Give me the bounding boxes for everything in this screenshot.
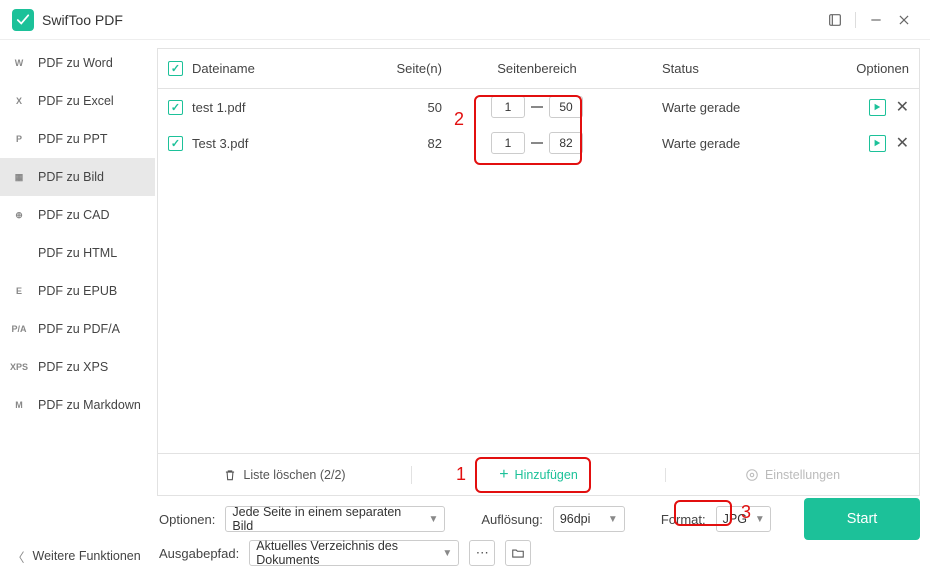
open-folder-button[interactable] [505,540,531,566]
range-dash [531,106,543,108]
sidebar-item-label: PDF zu Word [38,56,113,70]
col-range: Seitenbereich [452,61,622,76]
table-header: ✓ Dateiname Seite(n) Seitenbereich Statu… [158,49,919,89]
range-from-input[interactable] [491,96,525,118]
sidebar-item-label: PDF zu CAD [38,208,110,222]
sidebar-item-label: PDF zu Bild [38,170,104,184]
format-select[interactable]: JPG ▼ [716,506,771,532]
clear-list-label: Liste löschen (2/2) [243,468,345,482]
sidebar-item-label: PDF zu Excel [38,94,114,108]
more-functions-label: Weitere Funktionen [33,549,141,563]
chevron-left-icon: 〈 [12,547,25,566]
run-row-button[interactable] [869,99,886,116]
select-all-checkbox[interactable]: ✓ [168,61,183,76]
row-checkbox[interactable]: ✓ [168,100,183,115]
chevron-down-icon: ▼ [608,514,618,525]
file-name: test 1.pdf [192,100,372,115]
file-panel: ✓ Dateiname Seite(n) Seitenbereich Statu… [157,48,920,496]
settings-button[interactable]: Einstellungen [665,468,919,482]
sidebar-icon: XPS [10,362,28,372]
app-title: SwifToo PDF [42,12,123,28]
format-value: JPG [723,512,747,526]
options-label: Optionen: [159,512,215,527]
resolution-label: Auflösung: [481,512,542,527]
app-logo-icon [12,9,34,31]
sidebar-item-pdf-zu-word[interactable]: W PDF zu Word [0,44,155,82]
settings-label: Einstellungen [765,468,840,482]
plus-icon: + [499,466,508,484]
chevron-down-icon: ▼ [755,514,765,525]
resolution-value: 96dpi [560,512,591,526]
titlebar: SwifToo PDF [0,0,930,40]
remove-row-button[interactable]: ✕ [896,97,909,117]
sidebar-item-pdf-zu-excel[interactable]: X PDF zu Excel [0,82,155,120]
sidebar-item-label: PDF zu Markdown [38,398,141,412]
sidebar-item-pdf-zu-pdf/a[interactable]: P/A PDF zu PDF/A [0,310,155,348]
sidebar-item-label: PDF zu HTML [38,246,117,260]
sidebar-icon: P/A [10,324,28,334]
sidebar-icon: ▦ [10,172,28,183]
add-file-label: Hinzufügen [515,468,578,482]
sidebar-icon: X [10,96,28,106]
tool-icon[interactable] [821,6,849,34]
close-icon[interactable] [890,6,918,34]
sidebar-item-label: PDF zu EPUB [38,284,117,298]
sidebar-item-pdf-zu-bild[interactable]: ▦ PDF zu Bild [0,158,155,196]
output-path-select[interactable]: Aktuelles Verzeichnis des Dokuments ▼ [249,540,459,566]
add-file-button[interactable]: + Hinzufügen [411,466,665,484]
titlebar-separator [855,12,856,28]
more-functions-button[interactable]: 〈 Weitere Funktionen [0,536,155,576]
col-status: Status [622,61,839,76]
sidebar-item-pdf-zu-xps[interactable]: XPS PDF zu XPS [0,348,155,386]
options-value: Jede Seite in einem separaten Bild [232,505,420,533]
minimize-icon[interactable] [862,6,890,34]
sidebar-icon: ⊕ [10,210,28,221]
sidebar-item-pdf-zu-ppt[interactable]: P PDF zu PPT [0,120,155,158]
table-row: ✓ test 1.pdf50 Warte gerade ✕ [158,89,919,125]
sidebar: W PDF zu Word X PDF zu Excel P PDF zu PPT ▦ PDF… [0,40,155,580]
range-to-input[interactable] [549,96,583,118]
clear-list-button[interactable]: Liste löschen (2/2) [158,468,411,482]
range-from-input[interactable] [491,132,525,154]
sidebar-item-pdf-zu-html[interactable]: PDF zu HTML [0,234,155,272]
sidebar-item-pdf-zu-epub[interactable]: E PDF zu EPUB [0,272,155,310]
status-text: Warte gerade [622,100,839,115]
row-checkbox[interactable]: ✓ [168,136,183,151]
status-text: Warte gerade [622,136,839,151]
sidebar-item-label: PDF zu PDF/A [38,322,120,336]
range-dash [531,142,543,144]
start-button[interactable]: Start [804,498,920,540]
page-count: 50 [372,100,452,115]
sidebar-icon: P [10,134,28,144]
sidebar-item-pdf-zu-markdown[interactable]: M PDF zu Markdown [0,386,155,424]
sidebar-icon: M [10,400,28,410]
format-label: Format: [661,512,706,527]
panel-footer: Liste löschen (2/2) + Hinzufügen Einstel… [158,453,919,495]
chevron-down-icon: ▼ [442,548,452,559]
chevron-down-icon: ▼ [428,514,438,525]
sidebar-item-pdf-zu-cad[interactable]: ⊕ PDF zu CAD [0,196,155,234]
sidebar-icon: W [10,58,28,68]
run-row-button[interactable] [869,135,886,152]
bottom-options: Optionen: Jede Seite in einem separaten … [157,496,920,570]
output-path-label: Ausgabepfad: [159,546,239,561]
output-path-value: Aktuelles Verzeichnis des Dokuments [256,539,434,567]
col-filename: Dateiname [192,61,372,76]
col-pages: Seite(n) [372,61,452,76]
start-label: Start [847,511,878,527]
table-row: ✓ Test 3.pdf82 Warte gerade ✕ [158,125,919,161]
page-count: 82 [372,136,452,151]
resolution-select[interactable]: 96dpi ▼ [553,506,625,532]
sidebar-item-label: PDF zu XPS [38,360,108,374]
options-select[interactable]: Jede Seite in einem separaten Bild ▼ [225,506,445,532]
more-options-button[interactable]: ⋯ [469,540,495,566]
col-options: Optionen [839,61,909,76]
range-to-input[interactable] [549,132,583,154]
sidebar-icon: E [10,286,28,296]
file-name: Test 3.pdf [192,136,372,151]
sidebar-item-label: PDF zu PPT [38,132,107,146]
remove-row-button[interactable]: ✕ [896,133,909,153]
